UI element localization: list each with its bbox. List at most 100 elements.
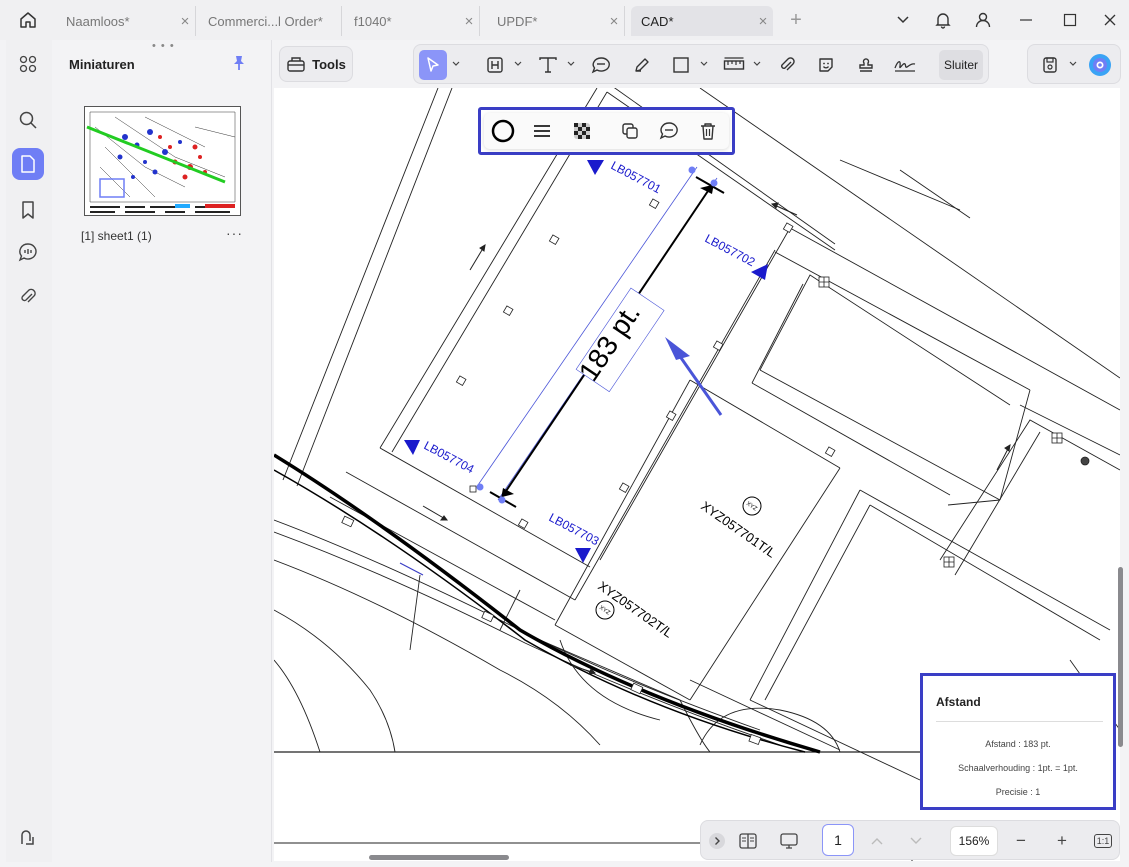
tab-close-button[interactable]: × — [753, 13, 773, 30]
text-tool-dropdown[interactable] — [566, 58, 576, 70]
select-tool-dropdown[interactable] — [451, 58, 461, 70]
vertical-scrollbar[interactable] — [1118, 567, 1123, 747]
tools-button[interactable]: Tools — [279, 46, 353, 82]
left-rail — [6, 40, 52, 862]
tab-close-button[interactable]: × — [459, 13, 479, 30]
comment-bubble-icon — [591, 57, 610, 74]
stroke-color-button[interactable] — [490, 118, 516, 144]
tab-label: Commerci...l Order* — [208, 13, 323, 29]
stamp-tool-button[interactable] — [852, 50, 880, 80]
account-button[interactable] — [969, 8, 997, 32]
new-tab-button[interactable]: + — [782, 8, 810, 32]
tab-list-button[interactable] — [889, 8, 917, 32]
rail-updf-button[interactable] — [12, 822, 44, 854]
horizontal-scrollbar[interactable] — [369, 855, 509, 860]
shape-tool-button[interactable] — [667, 50, 695, 80]
book-view-icon — [739, 833, 757, 849]
ai-assistant-button[interactable] — [1086, 50, 1114, 80]
tab-cad[interactable]: CAD* × — [631, 6, 773, 36]
right-toolbar — [1027, 44, 1121, 84]
user-icon — [975, 12, 991, 28]
tab-close-button[interactable]: × — [604, 13, 624, 30]
comment-tool-button[interactable] — [587, 50, 615, 80]
measure-tool-dropdown[interactable] — [752, 58, 762, 70]
distance-info-panel: Afstand Afstand : 183 pt. Schaalverhoudi… — [920, 673, 1116, 810]
maximize-button[interactable] — [1056, 8, 1084, 32]
page-thumbnail[interactable] — [84, 106, 241, 216]
thumbnail-more-button[interactable]: ··· — [226, 225, 243, 241]
chevron-down-icon — [700, 61, 708, 66]
chevron-down-icon — [514, 61, 522, 66]
minimize-button[interactable] — [1012, 8, 1040, 32]
text-tool-button[interactable] — [534, 50, 562, 80]
chevron-down-icon — [1069, 61, 1077, 66]
attach-tool-button[interactable] — [773, 50, 801, 80]
save-button[interactable] — [1036, 50, 1064, 80]
pin-button[interactable] — [230, 54, 250, 74]
close-tools-button[interactable]: Sluiter — [939, 50, 983, 80]
paperclip-icon — [781, 57, 795, 71]
rail-comments-button[interactable] — [12, 236, 44, 268]
grid-icon — [19, 55, 37, 73]
title-bar: Naamloos* × Commerci...l Order* f1040* ×… — [0, 0, 1129, 40]
tools-label: Tools — [312, 56, 346, 72]
actual-size-button[interactable]: 1:1 — [1091, 829, 1115, 853]
sticker-icon — [819, 58, 833, 72]
line-style-icon — [534, 125, 550, 137]
tab-f1040[interactable]: f1040* × — [344, 6, 480, 36]
presentation-icon — [780, 833, 798, 849]
measure-tool-button[interactable] — [720, 50, 748, 80]
page-navigation-bar: 1 156% − + 1:1 — [700, 820, 1120, 860]
search-icon — [19, 111, 37, 129]
signature-tool-button[interactable] — [891, 50, 919, 80]
close-button[interactable] — [1096, 8, 1124, 32]
select-tool-button[interactable] — [419, 50, 447, 80]
sticker-tool-button[interactable] — [812, 50, 840, 80]
label-lb057701: LB057701 — [609, 158, 664, 196]
opacity-button[interactable] — [569, 118, 595, 144]
chevron-down-icon — [897, 16, 909, 24]
zoom-level-select[interactable]: 156% — [950, 826, 998, 856]
home-button[interactable] — [14, 8, 42, 32]
previous-page-button[interactable] — [865, 829, 889, 853]
rail-thumbnails-button[interactable] — [12, 148, 44, 180]
copy-button[interactable] — [617, 118, 643, 144]
ai-assistant-icon — [1089, 54, 1111, 76]
trash-icon — [701, 123, 715, 140]
panel-resize-grip[interactable]: • • • — [152, 40, 175, 52]
comment-icon — [18, 243, 37, 262]
add-comment-button[interactable] — [656, 118, 682, 144]
thumbnail-label: [1] sheet1 (1) — [81, 229, 152, 243]
presentation-button[interactable] — [777, 829, 801, 853]
zoom-in-button[interactable]: + — [1050, 829, 1074, 853]
rail-attachments-button[interactable] — [12, 280, 44, 312]
highlight-tool-dropdown[interactable] — [513, 58, 523, 70]
toolbox-icon — [287, 57, 305, 72]
line-style-button[interactable] — [529, 118, 555, 144]
shape-properties-toolbar — [478, 107, 735, 155]
page-number-input[interactable]: 1 — [822, 824, 854, 856]
next-page-button[interactable] — [904, 829, 928, 853]
page-layout-button[interactable] — [736, 829, 760, 853]
minimize-icon — [1020, 19, 1032, 21]
rail-bookmarks-button[interactable] — [12, 194, 44, 226]
tab-naamloos[interactable]: Naamloos* × — [56, 6, 196, 36]
tab-commercial-order[interactable]: Commerci...l Order* — [198, 6, 342, 36]
highlight-tool-button[interactable] — [481, 50, 509, 80]
tab-close-button[interactable]: × — [175, 13, 195, 30]
bookmark-icon — [22, 201, 34, 219]
pencil-tool-button[interactable] — [628, 50, 656, 80]
rail-apps-button[interactable] — [12, 48, 44, 80]
delete-button[interactable] — [695, 118, 721, 144]
notifications-button[interactable] — [929, 8, 957, 32]
tab-updf[interactable]: UPDF* × — [487, 6, 625, 36]
save-dropdown[interactable] — [1068, 58, 1078, 70]
pencil-icon — [635, 58, 649, 72]
shape-tool-dropdown[interactable] — [699, 58, 709, 70]
shape-properties-inner — [484, 113, 729, 149]
chevron-down-icon — [452, 61, 460, 66]
close-icon — [1104, 14, 1116, 26]
rail-search-button[interactable] — [12, 104, 44, 136]
collapse-nav-button[interactable] — [705, 829, 729, 853]
zoom-out-button[interactable]: − — [1009, 829, 1033, 853]
